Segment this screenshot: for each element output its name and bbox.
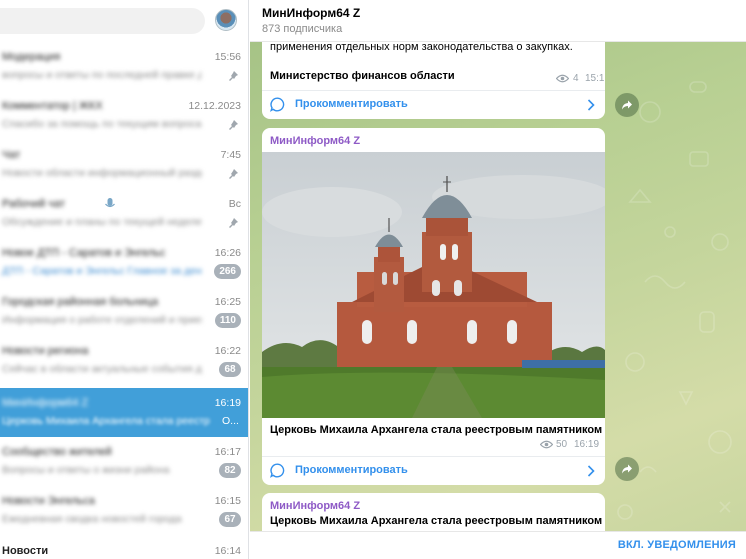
post-time: 15:16 [585,73,605,84]
chevron-right-icon [587,465,595,477]
chat-title: Чат [2,149,21,161]
unread-badge: 110 [214,313,241,328]
post-text: Министерство финансов области [270,70,455,82]
chat-time: 16:14 [214,545,241,557]
chat-time: 16:22 [214,345,241,357]
subscriber-count: 873 подписчика [262,23,343,35]
chat-preview: Церковь Михаила Архангела стала реестров… [2,415,210,427]
unread-badge: 67 [219,512,241,527]
comment-icon [270,97,285,112]
voice-chat-icon [105,198,115,208]
pin-icon [229,71,238,81]
post-text: применения отдельных норм законодательст… [270,41,573,53]
views-icon [540,440,553,449]
church-photo[interactable] [262,152,605,418]
chat-item[interactable]: Чат Новости области информационный разде… [0,140,248,189]
unread-badge: 82 [219,463,241,478]
view-count: 4 [573,73,579,84]
unread-badge: 266 [214,264,241,279]
chat-item[interactable]: Городская районная больница Информация о… [0,287,248,336]
channel-name[interactable]: МинИнформ64 Z [270,135,360,147]
chat-item[interactable]: Комментатор | ЖКХ Спасибо за помощь по т… [0,91,248,140]
chat-title: Новое ДТП - Саратов и Энгельс [2,247,166,259]
chat-title: Новости региона [2,345,89,357]
chat-list-sidebar: Модерация вопросы и ответы по последней … [0,0,249,559]
chat-time: Вс [228,198,241,210]
chat-preview: Спасибо за помощь по текущим вопросам [2,118,202,130]
comment-button[interactable]: Прокомментировать [262,91,605,119]
chat-time: 16:15 [214,495,241,507]
chat-item[interactable]: Новое ДТП - Саратов и Энгельс ДТП - Сара… [0,238,248,287]
chat-title: Модерация [2,51,61,63]
chat-item[interactable]: Сообщество жителей Вопросы и ответы о жи… [0,437,248,486]
chat-item[interactable]: Рабочий чат Обсуждение и планы по текуще… [0,189,248,238]
chat-preview: Сейчас в области актуальные события дня [2,363,202,375]
church-image [262,152,605,418]
views-icon [556,74,569,83]
chat-preview: Обсуждение и планы по текущей неделе [2,216,202,228]
chat-time: 16:17 [214,446,241,458]
chat-item-active[interactable]: МинИнформ64 Z Церковь Михаила Архангела … [0,388,248,437]
chat-title: Комментатор | ЖКХ [2,100,103,112]
chat-time: 7:45 [220,149,241,161]
chat-item[interactable]: Новости 16:14 [0,535,248,559]
chat-preview: Информация о работе отделений и приема [2,314,202,326]
chat-view: МинИнформ64 Z 873 подписчика применения … [250,0,746,559]
chat-preview: Вопросы и ответы о жизни района [2,464,170,476]
sidebar-top-bar [0,0,248,42]
forward-button[interactable] [615,457,639,481]
comment-label: Прокомментировать [295,98,408,110]
search-input[interactable] [0,8,205,34]
post-bubble: МинИнформ64 Z Церковь Михаила Архангела … [262,128,605,485]
chat-title: Городская районная больница [2,296,159,308]
pin-icon [229,120,238,130]
unmute-button[interactable]: ВКЛ. УВЕДОМЛЕНИЯ [618,539,736,551]
stories-avatar[interactable] [215,9,237,31]
comment-icon [270,463,285,478]
chat-time: 12.12.2023 [188,100,241,112]
forward-icon [622,100,632,110]
chevron-right-icon [587,99,595,111]
post-caption: Церковь Михаила Архангела стала реестров… [270,515,603,527]
chat-preview: ДТП - Саратов и Энгельс Главное за день [2,265,202,277]
chat-preview: Ежедневная сводка новостей города [2,513,182,525]
comment-button[interactable]: Прокомментировать [262,457,605,485]
channel-title[interactable]: МинИнформ64 Z [262,6,360,20]
forward-icon [622,464,632,474]
chat-time: 15:56 [214,51,241,63]
chat-preview-tail: О... [222,415,239,427]
channel-name[interactable]: МинИнформ64 Z [270,500,360,512]
chat-time: 16:26 [214,247,241,259]
post-bubble: применения отдельных норм законодательст… [262,30,605,119]
comment-label: Прокомментировать [295,464,408,476]
chat-title: Рабочий чат [2,198,65,210]
chat-preview: вопросы и ответы по последней правке дан… [2,69,202,81]
chat-title: Новости [2,545,49,557]
chat-item[interactable]: Новости Энгельса Ежедневная сводка новос… [0,486,248,535]
post-time: 16:19 [574,439,600,450]
chat-title: МинИнформ64 Z [2,397,89,409]
unread-badge: 68 [219,362,241,377]
chat-time: 16:19 [214,397,241,409]
chat-footer: ВКЛ. УВЕДОМЛЕНИЯ [250,531,746,559]
chat-item[interactable]: Модерация вопросы и ответы по последней … [0,42,248,91]
pin-icon [229,218,238,228]
pin-icon [229,169,238,179]
view-count: 50 [556,439,568,450]
chat-title: Сообщество жителей [2,446,112,458]
chat-header[interactable]: МинИнформ64 Z 873 подписчика [250,0,746,42]
chat-preview: Новости области информационный раздел [2,167,202,179]
chat-title: Новости Энгельса [2,495,95,507]
chat-item[interactable]: Новости региона Сейчас в области актуаль… [0,336,248,385]
post-caption: Церковь Михаила Архангела стала реестров… [270,424,603,436]
chat-time: 16:25 [214,296,241,308]
forward-button[interactable] [615,93,639,117]
